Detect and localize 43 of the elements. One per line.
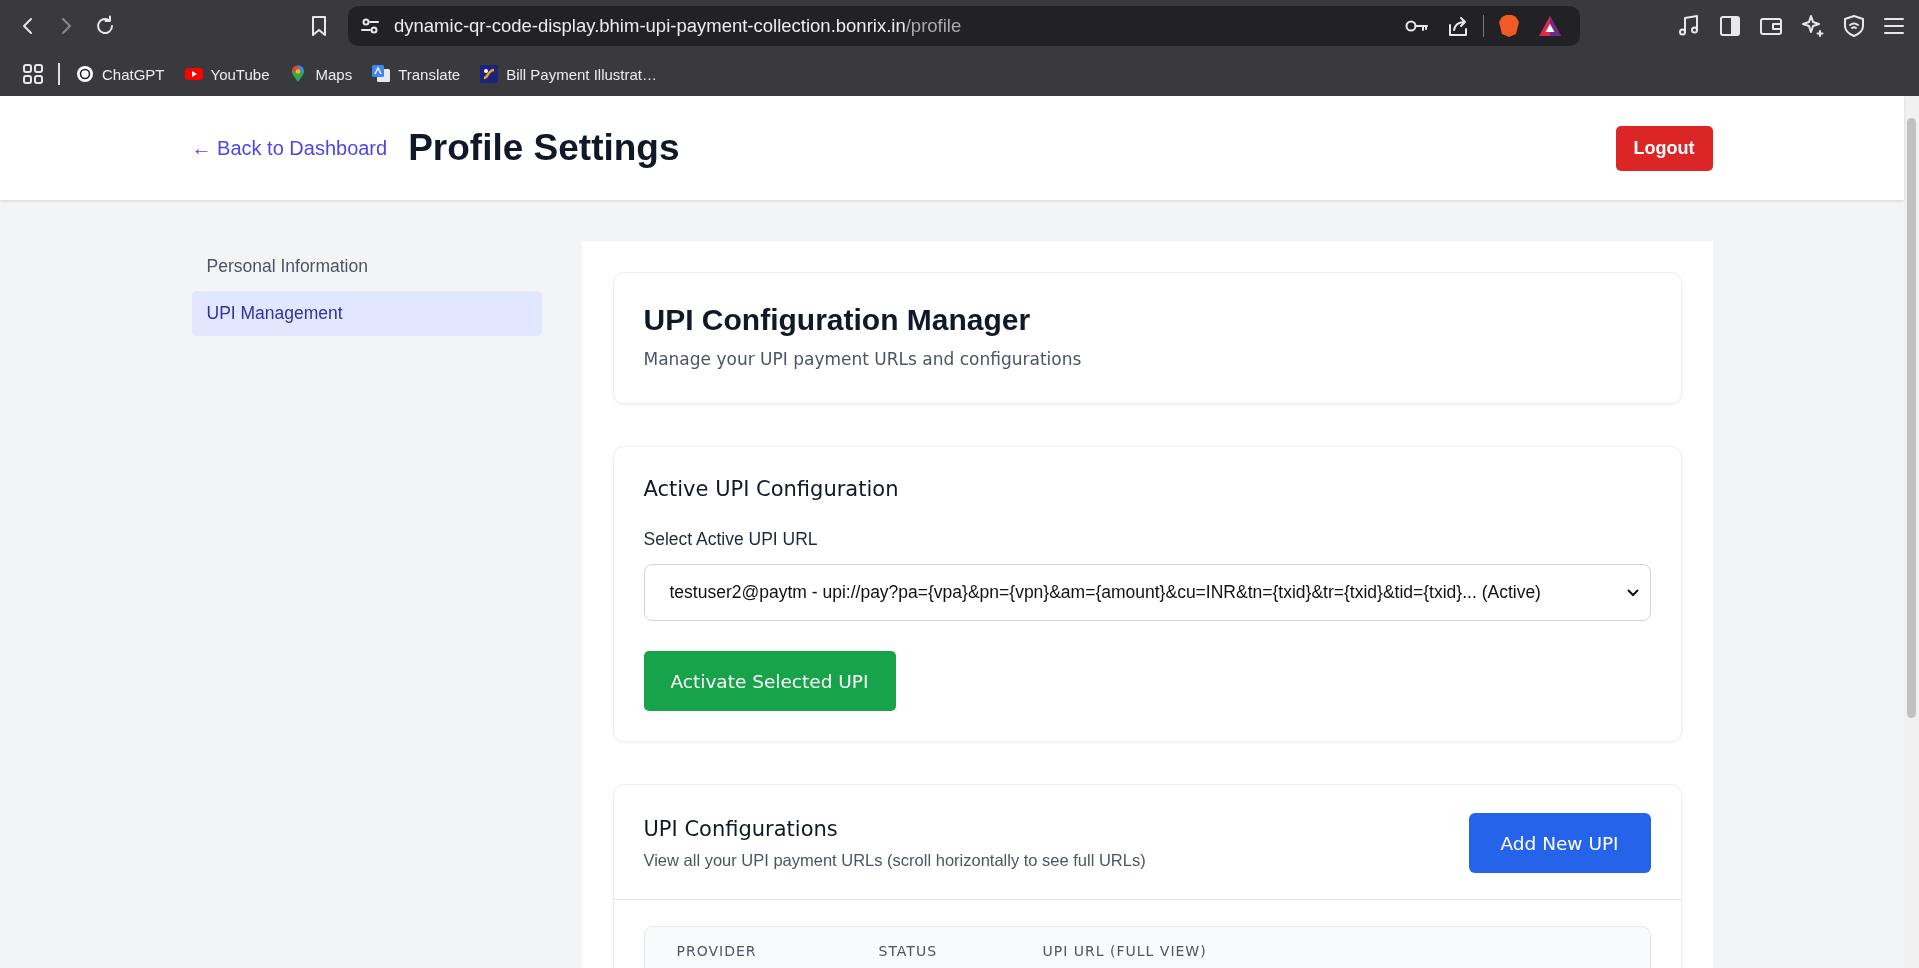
chevron-down-icon[interactable] — [1625, 587, 1640, 598]
bookmark[interactable]: ChatGPT — [76, 65, 165, 83]
upi-url-dropdown[interactable]: testuser2@paytm - upi://pay?pa={vpa}&pn={vpn}&am={amount}&cu=INR&tn={txid}&tr={txid}&tid={txid}... (Active) — [643, 564, 1651, 621]
bookmark[interactable]: Bill Payment Illustrat… — [480, 65, 658, 83]
apps-icon[interactable] — [22, 63, 44, 85]
reload-icon[interactable] — [94, 15, 116, 37]
scrollbar-thumb[interactable] — [1907, 118, 1916, 718]
card-subtitle: View all your UPI payment URLs (scroll horizontally to see full URLs) — [643, 850, 1146, 870]
music-icon[interactable] — [1677, 14, 1701, 38]
logout-button[interactable]: Logout — [1615, 125, 1713, 171]
page-title: Profile Settings — [408, 127, 680, 169]
column-header: UPI URL (FULL VIEW) — [1042, 943, 1207, 959]
column-header: PROVIDER — [676, 943, 758, 959]
add-upi-button[interactable]: Add New UPI — [1468, 813, 1651, 873]
sidebar-item[interactable]: UPI Management — [191, 291, 542, 336]
column-header: STATUS — [878, 943, 939, 959]
shield-icon[interactable] — [1843, 14, 1865, 38]
site-settings-icon[interactable] — [360, 16, 380, 36]
section-subtitle: Manage your UPI payment URLs and configurations — [643, 349, 1083, 369]
bookmark[interactable]: YouTube — [184, 65, 270, 83]
menu-icon[interactable] — [1883, 16, 1905, 36]
triangle-icon[interactable] — [1538, 15, 1562, 37]
url-host: dynamic-qr-code-display.bhim-upi-payment-collection.bonrix.in — [394, 15, 906, 36]
url-path: /profile — [905, 15, 962, 36]
key-icon[interactable] — [1405, 19, 1429, 33]
field-label: Select Active UPI URL — [643, 529, 819, 550]
scrollbar[interactable] — [1904, 96, 1919, 968]
sidebar-icon[interactable] — [1719, 15, 1741, 37]
site-logo-icon[interactable] — [480, 65, 499, 83]
bookmark[interactable]: Maps — [289, 65, 353, 83]
sparkle-icon[interactable] — [1801, 14, 1825, 38]
card-title: Active UPI Configuration — [643, 477, 900, 501]
back-link[interactable]: ← Back to Dashboard — [191, 136, 388, 160]
translate-icon[interactable] — [372, 65, 391, 83]
card-title: UPI Configurations — [643, 816, 839, 841]
bookmark-icon[interactable] — [310, 15, 328, 37]
share-icon[interactable] — [1447, 15, 1469, 37]
wallet-icon[interactable] — [1759, 15, 1783, 37]
play-icon[interactable] — [184, 65, 203, 83]
section-title: UPI Configuration Manager — [643, 303, 1032, 337]
bookmark[interactable]: Translate — [372, 65, 461, 83]
sidebar-item[interactable]: Personal Information — [191, 244, 542, 289]
address-bar[interactable]: dynamic-qr-code-display.bhim-upi-payment-collection.bonrix.in/profile — [348, 6, 1580, 46]
